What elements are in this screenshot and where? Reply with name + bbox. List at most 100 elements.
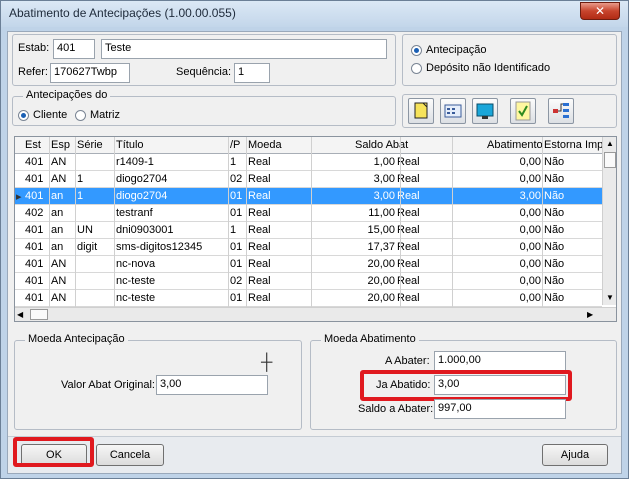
grid-vertical-scrollbar[interactable]: ▲ ▼ [602,137,616,305]
table-row[interactable]: 401 AN nc-nova 01 Real 20,00 Real 0,00 Não [15,256,602,273]
col-header-esp[interactable]: Esp [51,139,70,151]
cell-serie: UN [77,224,93,236]
cell-esp: AN [51,275,67,287]
row-indicator-icon: ▸ [16,191,22,203]
cell-parcela: 1 [230,156,237,168]
calendar-icon[interactable] [440,98,466,124]
scroll-up-icon[interactable]: ▲ [603,137,616,151]
cell-esp: an [51,207,64,219]
col-header-serie[interactable]: Série [77,139,103,151]
antecipacao-radio[interactable] [411,45,422,56]
close-button[interactable]: ✕ [580,2,620,20]
sequencia-field[interactable]: 1 [234,63,270,83]
cell-abatimento: 0,00 [519,224,541,236]
cell-moeda: Real [248,190,271,202]
cell-est: 401 [25,275,44,287]
ja-abatido-highlight [360,370,572,401]
cell-abat-moeda: Real [397,190,420,202]
cell-moeda: Real [248,156,271,168]
grid-column-divider [75,137,76,307]
a-abater-label: A Abater: [385,355,430,367]
scroll-right-icon[interactable]: ▶ [587,308,599,321]
col-header-abatimento[interactable]: Abatimento [487,139,543,151]
cliente-label: Cliente [33,109,68,121]
matriz-label: Matriz [90,109,120,121]
cell-estorna: Não [544,258,565,270]
cell-titulo: diogo2704 [116,190,168,202]
table-row[interactable]: 401 AN r1409-1 1 Real 1,00 Real 0,00 Não [15,154,602,171]
saldo-a-abater-field[interactable]: 997,00 [434,399,566,419]
cell-titulo: diogo2704 [116,173,168,185]
cell-titulo: dni0903001 [116,224,174,236]
col-header-titulo[interactable]: Título [116,139,144,151]
col-header-parcela[interactable]: /P [230,139,240,151]
cell-esp: an [51,224,64,236]
title-bar[interactable]: Abatimento de Antecipações (1.00.00.055)… [1,1,628,27]
a-abater-field[interactable]: 1.000,00 [434,351,566,371]
cell-parcela: 01 [230,241,243,253]
cell-serie: 1 [77,190,84,202]
tree-structure-icon[interactable] [548,98,574,124]
cliente-radio[interactable] [18,110,29,121]
moeda-antecipacao-title: Moeda Antecipação [25,333,128,345]
table-row[interactable]: 401 AN 1 diogo2704 02 Real 3,00 Real 0,00 Não [15,171,602,188]
cell-titulo: sms-digitos12345 [116,241,203,253]
grid-column-divider [400,137,401,307]
cell-parcela: 1 [230,224,237,236]
cell-estorna: Não [544,241,565,253]
cell-titulo: testranf [116,207,153,219]
cancel-button[interactable]: Cancela [96,444,164,466]
valor-abat-original-field[interactable]: 3,00 [156,375,268,395]
cell-abat-moeda: Real [397,224,420,236]
crosshair-cursor-icon: ┼ [261,354,273,371]
check-mark-icon[interactable] [510,98,536,124]
cell-moeda: Real [248,173,271,185]
cell-estorna: Não [544,156,565,168]
cell-abat-moeda: Real [397,173,420,185]
cell-parcela: 01 [230,207,243,219]
grid-header: Est Esp Série Título /P Moeda Saldo Abat… [15,137,602,154]
antecipacoes-do-title: Antecipações do [23,89,111,101]
scroll-thumb[interactable] [604,152,616,168]
cell-titulo: r1409-1 [116,156,154,168]
sequencia-label: Sequência: [176,66,232,78]
monitor-icon[interactable] [472,98,498,124]
cell-moeda: Real [248,241,271,253]
cell-abat-moeda: Real [397,207,420,219]
antecipacoes-grid[interactable]: Est Esp Série Título /P Moeda Saldo Abat… [14,136,617,322]
cell-abatimento: 0,00 [519,258,541,270]
matriz-radio[interactable] [75,110,86,121]
col-header-moeda[interactable]: Moeda [248,139,282,151]
deposito-label: Depósito não Identificado [426,62,551,74]
cell-est: 401 [25,292,44,304]
new-document-icon[interactable] [408,98,434,124]
refer-field[interactable]: 170627Twbp [50,63,130,83]
scroll-left-icon[interactable]: ◀ [17,308,29,321]
scroll-down-icon[interactable]: ▼ [603,291,616,305]
deposito-radio[interactable] [411,63,422,74]
estab-code-field[interactable]: 401 [53,39,95,59]
table-row[interactable]: 401 AN nc-teste 02 Real 20,00 Real 0,00 Não [15,273,602,290]
cell-saldo: 17,37 [367,241,395,253]
cell-parcela: 02 [230,275,243,287]
col-header-estorna-imp[interactable]: Estorna Imp [544,139,602,151]
cell-moeda: Real [248,258,271,270]
cell-estorna: Não [544,292,565,304]
estab-name-field[interactable]: Teste [101,39,387,59]
cell-moeda: Real [248,275,271,287]
cell-saldo: 11,00 [368,207,395,219]
antecipacao-label: Antecipação [426,44,487,56]
table-row[interactable]: 402 an testranf 01 Real 11,00 Real 0,00 Não [15,205,602,222]
grid-horizontal-scrollbar[interactable]: ◀ ▶ [15,307,616,321]
col-header-est[interactable]: Est [25,139,41,151]
table-row[interactable]: 401 AN nc-teste 01 Real 20,00 Real 0,00 Não [15,290,602,307]
table-row[interactable]: ▸ 401 an 1 diogo2704 01 Real 3,00 Real 3,00 Não [15,188,602,205]
cell-abatimento: 3,00 [519,190,541,202]
table-row[interactable]: 401 an digit sms-digitos12345 01 Real 17,37 Rea… [15,239,602,256]
horizontal-scroll-thumb[interactable] [30,309,48,320]
estab-label: Estab: [18,42,50,54]
cell-saldo: 3,00 [373,173,395,185]
help-button[interactable]: Ajuda [542,444,608,466]
table-row[interactable]: 401 an UN dni0903001 1 Real 15,00 Real 0,00 Não [15,222,602,239]
cell-parcela: 01 [230,292,243,304]
